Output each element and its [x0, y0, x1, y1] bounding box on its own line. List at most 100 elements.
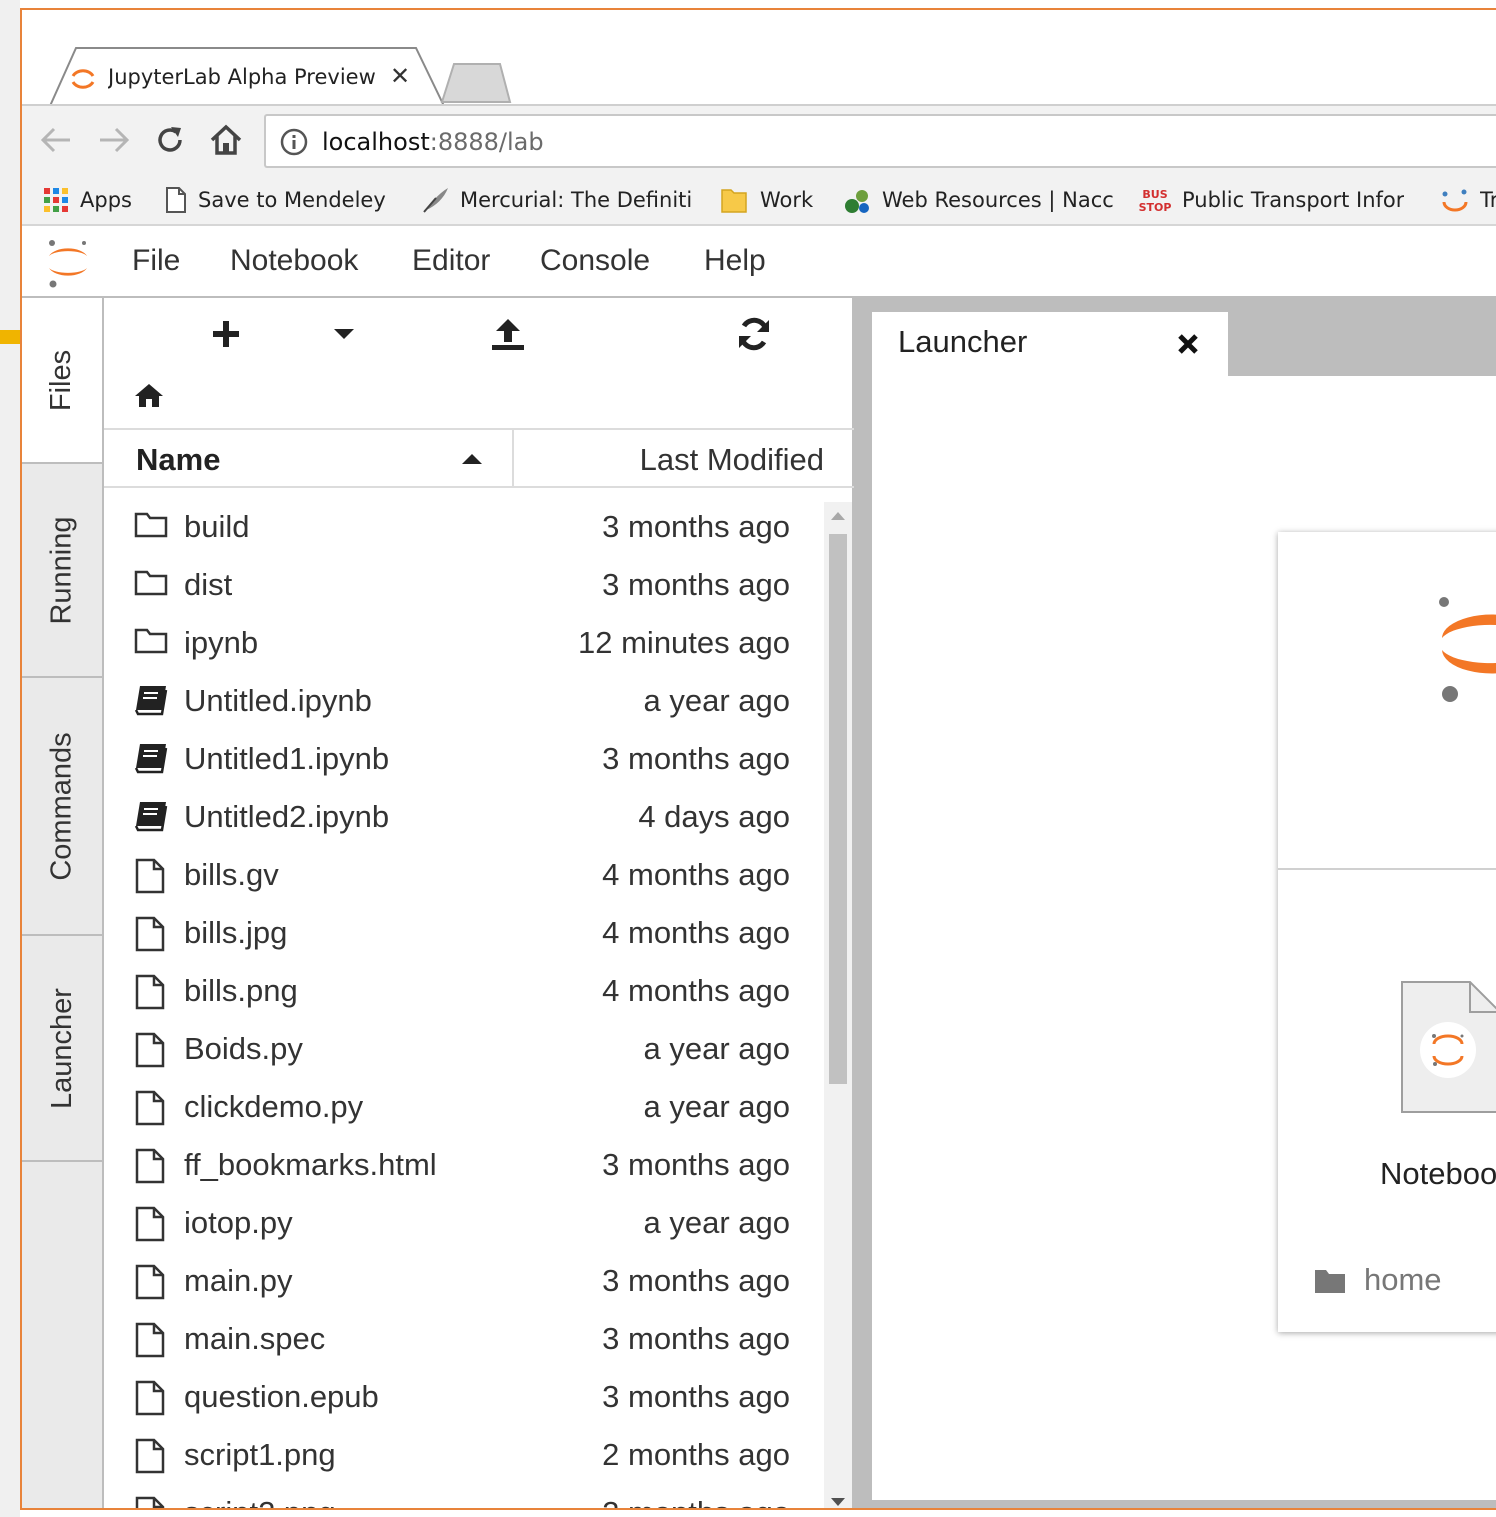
file-row[interactable]: ipynb 12 minutes ago [104, 614, 824, 672]
file-name: dist [184, 567, 233, 602]
column-header-last-modified[interactable]: Last Modified [640, 442, 824, 478]
caret-down-icon [334, 329, 354, 339]
file-modified: 3 months ago [602, 741, 790, 776]
file-row[interactable]: dist 3 months ago [104, 556, 824, 614]
notebook-icon [134, 800, 168, 837]
bookmark-save-to-mendeley[interactable]: Save to Mendeley [164, 182, 386, 218]
arrow-left-icon [40, 127, 70, 153]
file-row[interactable]: main.py 3 months ago [104, 1252, 824, 1310]
url-text[interactable]: localhost:8888/lab [322, 128, 544, 156]
menu-bar: File Notebook Editor Console Help [22, 226, 1496, 298]
file-icon [134, 1438, 166, 1479]
menu-file[interactable]: File [132, 244, 180, 278]
file-icon [134, 974, 166, 1015]
file-name: clickdemo.py [184, 1089, 364, 1124]
home-button[interactable] [206, 120, 246, 160]
address-bar[interactable]: localhost:8888/lab [264, 114, 1496, 168]
back-button[interactable] [36, 120, 76, 160]
file-row[interactable]: question.epub 3 months ago [104, 1368, 824, 1426]
menu-console[interactable]: Console [540, 244, 650, 278]
file-list-scrollbar[interactable] [824, 502, 852, 1508]
forward-button[interactable] [94, 120, 134, 160]
new-launcher-button[interactable] [196, 312, 256, 356]
sidebar-tab-files[interactable]: Files [22, 298, 102, 464]
menu-editor[interactable]: Editor [412, 244, 490, 278]
file-modified: a year ago [643, 683, 791, 718]
menu-notebook[interactable]: Notebook [230, 244, 358, 278]
scroll-thumb[interactable] [829, 534, 847, 1084]
file-name: main.py [184, 1263, 293, 1298]
bookmark-apps[interactable]: Apps [42, 182, 132, 218]
scroll-down-arrow-icon[interactable] [831, 1498, 845, 1506]
file-icon [134, 1206, 166, 1247]
upload-button[interactable] [478, 312, 538, 356]
file-row[interactable]: Untitled.ipynb a year ago [104, 672, 824, 730]
reload-button[interactable] [150, 120, 190, 160]
file-modified: 4 months ago [602, 915, 790, 950]
tab-launcher[interactable]: Launcher [872, 312, 1228, 376]
file-icon [134, 1090, 166, 1131]
info-icon[interactable] [280, 128, 308, 156]
file-name: build [184, 509, 250, 544]
file-modified: a year ago [643, 1205, 791, 1240]
main-dock-area: Launcher Noteboo home [854, 298, 1496, 1508]
bookmark-work[interactable]: Work [720, 182, 813, 218]
bookmark-label: Public Transport Infor [1182, 188, 1405, 212]
url-host: localhost [322, 128, 430, 156]
jupyter-large-logo-icon [1439, 597, 1496, 702]
bookmark-jupyter[interactable]: Tr [1440, 182, 1496, 218]
bookmark-label: Apps [80, 188, 132, 212]
file-modified: 3 months ago [602, 1379, 790, 1414]
menu-help[interactable]: Help [704, 244, 766, 278]
file-icon [134, 916, 166, 957]
file-row[interactable]: main.spec 3 months ago [104, 1310, 824, 1368]
sidebar-tab-label: Launcher [45, 987, 78, 1109]
scroll-up-arrow-icon[interactable] [831, 512, 845, 520]
breadcrumb-home[interactable] [134, 382, 164, 413]
bookmark-public-transport[interactable]: BUS STOP Public Transport Infor [1138, 182, 1405, 218]
refresh-button[interactable] [724, 312, 784, 356]
file-row[interactable]: Boids.py a year ago [104, 1020, 824, 1078]
reload-icon [158, 127, 182, 152]
new-dropdown-button[interactable] [314, 312, 374, 356]
left-sidebar: Files Running Commands Launcher [22, 298, 104, 1508]
file-icon [134, 1148, 166, 1189]
sidebar-tab-launcher[interactable]: Launcher [22, 936, 102, 1162]
file-row[interactable]: ff_bookmarks.html 3 months ago [104, 1136, 824, 1194]
sidebar-tab-commands[interactable]: Commands [22, 678, 102, 936]
bookmark-mercurial[interactable]: Mercurial: The Definiti [420, 182, 692, 218]
file-row[interactable]: Untitled2.ipynb 4 days ago [104, 788, 824, 846]
launcher-tab-label: Launcher [898, 324, 1028, 359]
column-header-name[interactable]: Name [136, 442, 220, 478]
new-tab-button[interactable] [440, 62, 512, 104]
launcher-card-notebook[interactable]: Notebook home [1278, 532, 1496, 1332]
file-modified: 3 months ago [602, 509, 790, 544]
url-path: :8888/lab [429, 128, 544, 156]
bookmark-label: Save to Mendeley [198, 188, 386, 212]
bookmark-label: Work [760, 188, 814, 212]
folder-icon [721, 189, 747, 213]
file-row[interactable]: script2.png 2 months ago [104, 1484, 824, 1508]
file-row[interactable]: bills.png 4 months ago [104, 962, 824, 1020]
file-modified: 3 months ago [602, 1263, 790, 1298]
browser-window: JupyterLab Alpha Preview ✕ localhost:888… [20, 8, 1496, 1510]
folder-icon [134, 626, 168, 659]
file-name: bills.jpg [184, 915, 288, 950]
file-row[interactable]: clickdemo.py a year ago [104, 1078, 824, 1136]
close-icon[interactable] [1176, 332, 1200, 356]
file-row[interactable]: bills.jpg 4 months ago [104, 904, 824, 962]
file-modified: 2 months ago [602, 1437, 790, 1472]
file-row[interactable]: script1.png 2 months ago [104, 1426, 824, 1484]
tab-close-icon[interactable]: ✕ [390, 62, 410, 90]
file-row[interactable]: bills.gv 4 months ago [104, 846, 824, 904]
apps-grid-icon [44, 188, 68, 212]
sidebar-tab-label: Commands [45, 731, 78, 881]
file-modified: 4 days ago [638, 799, 790, 834]
file-row[interactable]: iotop.py a year ago [104, 1194, 824, 1252]
file-name: Untitled.ipynb [184, 683, 372, 718]
bookmark-web-resources[interactable]: Web Resources | Nacc [842, 182, 1114, 218]
file-row[interactable]: build 3 months ago [104, 498, 824, 556]
file-row[interactable]: Untitled1.ipynb 3 months ago [104, 730, 824, 788]
feather-icon [423, 188, 448, 213]
sidebar-tab-running[interactable]: Running [22, 464, 102, 678]
